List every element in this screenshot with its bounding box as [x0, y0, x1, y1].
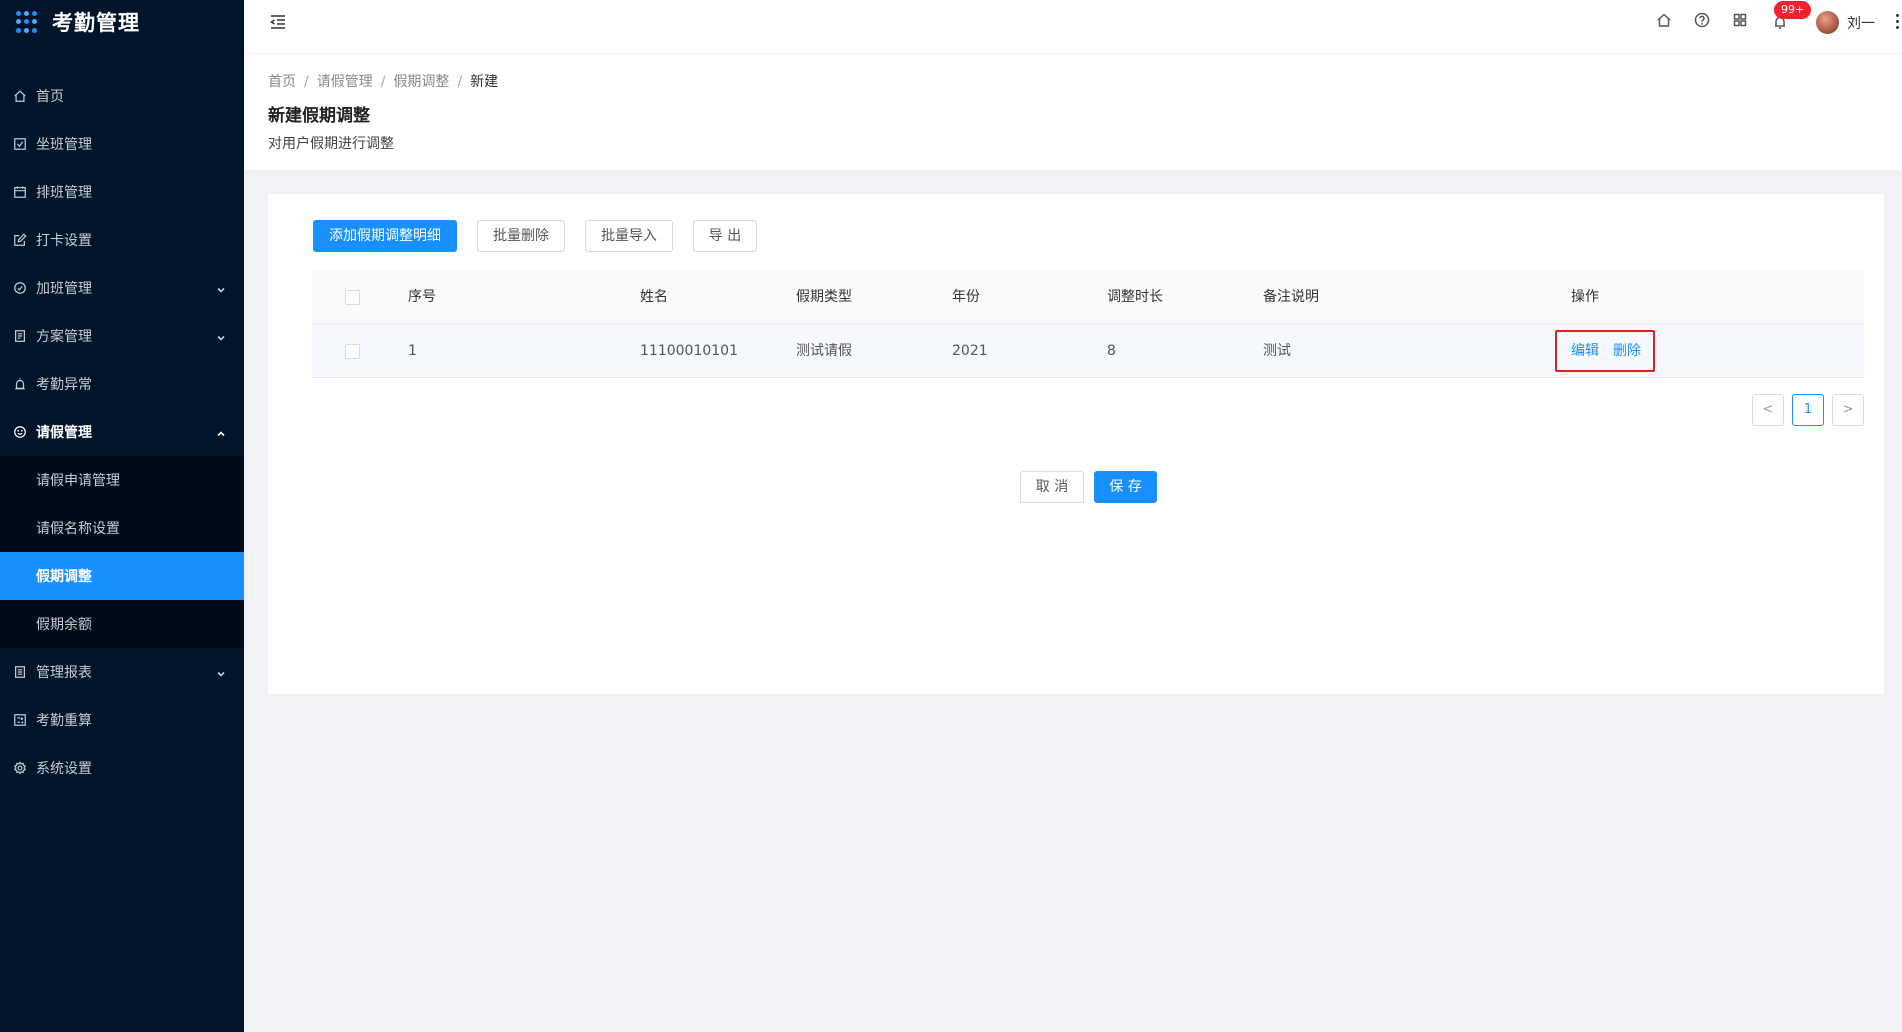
sidebar-item-label: 考勤异常 — [36, 377, 92, 393]
sidebar-item-leave-names[interactable]: 请假名称设置 — [0, 504, 244, 552]
actions-highlight-box — [1555, 330, 1655, 372]
sidebar-item-clock-in[interactable]: 打卡设置 — [0, 216, 244, 264]
sidebar-item-recalculate[interactable]: 考勤重算 — [0, 696, 244, 744]
cell-year: 2021 — [952, 343, 988, 359]
sidebar: 考勤管理 首页 坐班管理 排班管理 打卡设置 加班管理 方案管理 考勤异常 请假… — [0, 0, 244, 1032]
sidebar-item-label: 打卡设置 — [36, 233, 92, 249]
select-all-checkbox[interactable] — [345, 290, 360, 305]
page-header: 首页 / 请假管理 / 假期调整 / 新建 新建假期调整 对用户假期进行调整 — [244, 54, 1902, 170]
cell-note: 测试 — [1263, 343, 1291, 359]
breadcrumb-leave[interactable]: 请假管理 — [317, 74, 373, 90]
column-header-year: 年份 — [952, 289, 980, 305]
row-checkbox[interactable] — [345, 344, 360, 359]
menu-fold-icon[interactable] — [268, 12, 288, 32]
column-header-duration: 调整时长 — [1107, 289, 1163, 305]
sidebar-item-label: 首页 — [36, 89, 64, 105]
calendar-icon — [12, 185, 27, 200]
next-page-button[interactable]: > — [1832, 394, 1864, 426]
sidebar-item-leave-adjustment[interactable]: 假期调整 — [0, 552, 244, 600]
apps-icon[interactable] — [1732, 12, 1750, 30]
avatar[interactable] — [1816, 11, 1839, 34]
batch-delete-button[interactable]: 批量删除 — [477, 220, 565, 252]
calculator-icon — [12, 713, 27, 728]
sidebar-item-label: 坐班管理 — [36, 137, 92, 153]
page-button-current[interactable]: 1 — [1792, 394, 1824, 426]
cancel-button[interactable]: 取 消 — [1020, 471, 1084, 503]
logo: 考勤管理 — [0, 0, 244, 44]
sidebar-item-label: 考勤重算 — [36, 713, 92, 729]
chevron-down-icon — [216, 331, 226, 341]
column-header-index: 序号 — [408, 289, 436, 305]
notification-badge: 99+ — [1774, 1, 1812, 19]
sidebar-item-leave[interactable]: 请假管理 — [0, 408, 244, 456]
cell-name: 11100010101 — [640, 343, 738, 359]
leave-submenu: 请假申请管理 请假名称设置 假期调整 假期余额 — [0, 456, 244, 648]
app-grid-icon — [16, 11, 38, 33]
content-card: 添加假期调整明细 批量删除 批量导入 导 出 序号 姓名 假期类型 年份 调整时… — [268, 194, 1884, 694]
sidebar-item-schedule[interactable]: 排班管理 — [0, 168, 244, 216]
breadcrumb-separator: / — [380, 74, 386, 90]
cell-type: 测试请假 — [796, 343, 852, 359]
cell-duration: 8 — [1107, 343, 1116, 359]
help-icon[interactable] — [1694, 12, 1712, 30]
breadcrumb-current: 新建 — [470, 74, 499, 90]
alarm-icon — [12, 377, 27, 392]
sidebar-item-label: 排班管理 — [36, 185, 92, 201]
sidebar-item-label: 管理报表 — [36, 665, 92, 681]
column-header-name: 姓名 — [640, 289, 668, 305]
add-adjustment-detail-button[interactable]: 添加假期调整明细 — [313, 220, 457, 252]
sidebar-item-leave-requests[interactable]: 请假申请管理 — [0, 456, 244, 504]
save-button[interactable]: 保 存 — [1094, 471, 1157, 503]
smile-icon — [12, 425, 27, 440]
sidebar-item-leave-balance[interactable]: 假期余额 — [0, 600, 244, 648]
table-header: 序号 姓名 假期类型 年份 调整时长 备注说明 操作 — [312, 270, 1864, 324]
chevron-down-icon — [216, 667, 226, 677]
prev-page-button[interactable]: < — [1752, 394, 1784, 426]
home-icon[interactable] — [1656, 12, 1674, 30]
cell-index: 1 — [408, 343, 417, 359]
top-header: 99+ 刘一 — [244, 0, 1902, 54]
chevron-down-icon — [216, 283, 226, 293]
breadcrumb-home[interactable]: 首页 — [268, 74, 296, 90]
column-header-type: 假期类型 — [796, 289, 852, 305]
sidebar-item-home[interactable]: 首页 — [0, 72, 244, 120]
settings-icon — [12, 761, 27, 776]
clock-icon — [12, 281, 27, 296]
export-button[interactable]: 导 出 — [693, 220, 757, 252]
app-title: 考勤管理 — [52, 11, 140, 35]
sidebar-item-anomaly[interactable]: 考勤异常 — [0, 360, 244, 408]
sidebar-item-label: 加班管理 — [36, 281, 92, 297]
more-vertical-icon[interactable] — [1896, 12, 1902, 32]
document-icon — [12, 329, 27, 344]
sidebar-menu: 首页 坐班管理 排班管理 打卡设置 加班管理 方案管理 考勤异常 请假管理 请假… — [0, 72, 244, 792]
breadcrumb: 首页 / 请假管理 / 假期调整 / 新建 — [268, 71, 498, 91]
batch-import-button[interactable]: 批量导入 — [585, 220, 673, 252]
page-title: 新建假期调整 — [268, 106, 370, 126]
edit-icon — [12, 233, 27, 248]
sidebar-item-reports[interactable]: 管理报表 — [0, 648, 244, 696]
chevron-up-icon — [216, 427, 226, 437]
home-icon — [12, 89, 27, 104]
sidebar-item-label: 系统设置 — [36, 761, 92, 777]
sidebar-item-overtime[interactable]: 加班管理 — [0, 264, 244, 312]
sidebar-item-plan[interactable]: 方案管理 — [0, 312, 244, 360]
page-description: 对用户假期进行调整 — [268, 136, 394, 152]
breadcrumb-adjustment[interactable]: 假期调整 — [393, 74, 449, 90]
username[interactable]: 刘一 — [1847, 13, 1875, 33]
sidebar-item-label: 请假管理 — [36, 425, 92, 441]
column-header-note: 备注说明 — [1263, 289, 1319, 305]
breadcrumb-separator: / — [457, 74, 463, 90]
sidebar-item-shift[interactable]: 坐班管理 — [0, 120, 244, 168]
report-icon — [12, 665, 27, 680]
breadcrumb-separator: / — [304, 74, 309, 90]
check-square-icon — [12, 137, 27, 152]
sidebar-item-label: 方案管理 — [36, 329, 92, 345]
sidebar-item-settings[interactable]: 系统设置 — [0, 744, 244, 792]
column-header-actions: 操作 — [1571, 289, 1599, 305]
